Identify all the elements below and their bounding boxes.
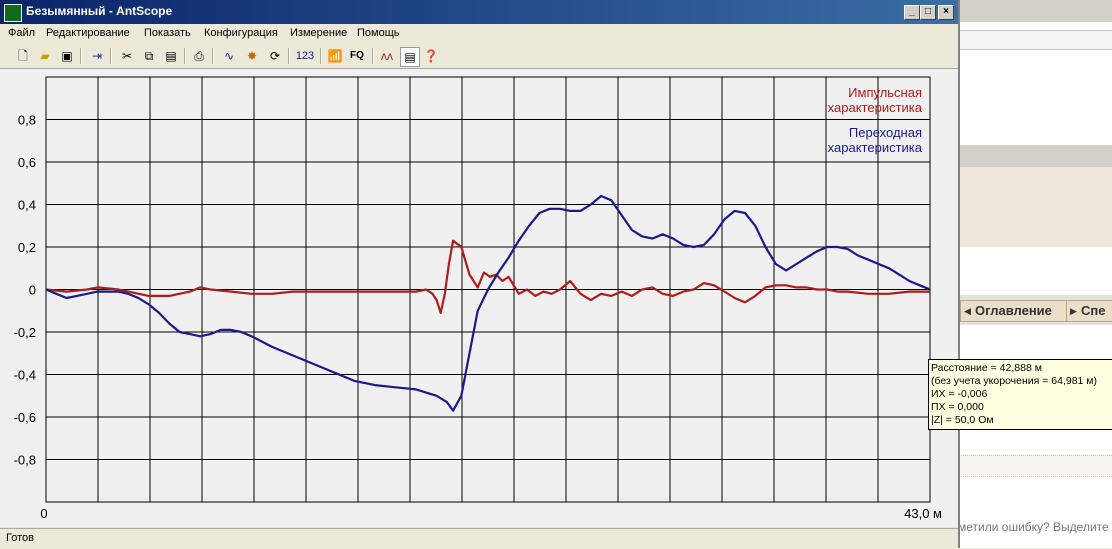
background-hint-text: метили ошибку? Выделите: [958, 520, 1109, 534]
y-tick-label: -0,2: [14, 325, 36, 340]
legend-impulse: характеристика: [828, 100, 923, 115]
maximize-button[interactable]: □: [920, 5, 936, 20]
x-tick-label: 43,0 м: [904, 506, 942, 521]
tooltip-distance: Расстояние = 42,888 м: [931, 362, 1042, 374]
background-panel: [958, 167, 1112, 247]
status-bar: Готов: [0, 528, 958, 549]
background-field: [958, 455, 1112, 477]
status-text: Готов: [6, 532, 34, 544]
background-toolbar: [958, 0, 1112, 22]
open-folder-icon[interactable]: ▰: [36, 47, 54, 65]
legend-step: Переходная: [849, 125, 922, 140]
menu-help[interactable]: Помощь: [357, 27, 400, 39]
y-tick-label: 0,8: [18, 113, 36, 128]
menu-measure[interactable]: Измерение: [290, 27, 347, 39]
y-tick-label: 0,4: [18, 198, 36, 213]
minimize-button[interactable]: _: [904, 5, 920, 20]
y-tick-label: 0,6: [18, 155, 36, 170]
menu-edit[interactable]: Редактирование: [46, 27, 130, 39]
toolbar-separator: [320, 48, 322, 64]
export-icon[interactable]: ⇥: [88, 47, 106, 65]
paste-icon[interactable]: ▤: [162, 47, 180, 65]
print-icon[interactable]: ⎙: [190, 47, 208, 65]
save-icon[interactable]: ▣: [58, 47, 76, 65]
background-tab-toc[interactable]: ◀ Оглавление: [960, 300, 1072, 322]
tooltip-step: ПХ = 0,000: [931, 401, 984, 413]
tooltip-impulse: ИХ = -0,006: [931, 388, 988, 400]
new-file-icon[interactable]: 🗋: [14, 47, 32, 65]
measurement-tooltip: Расстояние = 42,888 м (без учета укороче…: [928, 359, 1112, 430]
background-panel-header: [958, 145, 1112, 167]
y-tick-label: -0,6: [14, 410, 36, 425]
antenna-icon[interactable]: 📶: [326, 47, 344, 65]
toolbar-separator: [184, 48, 186, 64]
waveform-icon[interactable]: ʌʌ: [378, 47, 396, 65]
window-title: Безымянный - AntScope: [26, 4, 173, 18]
close-button[interactable]: ×: [938, 5, 954, 20]
toolbar: 🗋 ▰ ▣ ⇥ ✂ ⧉ ▤ ⎙ ∿ ✸ ⟳ 123 📶 FQ ʌʌ ▤ ❓: [0, 44, 958, 69]
chart-icon[interactable]: ∿: [220, 47, 238, 65]
tdr-chart[interactable]: 0,8 0,6 0,4 0,2 0 -0,2 -0,4 -0,6 -0,8 0 43,0 м Импу…: [0, 69, 958, 527]
numbers-icon[interactable]: 123: [294, 47, 316, 65]
plot-area[interactable]: 0,8 0,6 0,4 0,2 0 -0,2 -0,4 -0,6 -0,8 0 43,0 м Импу…: [0, 69, 958, 527]
menu-bar: Файл Редактирование Показать Конфигураци…: [0, 24, 958, 44]
table-icon[interactable]: ▤: [400, 47, 420, 67]
fq-icon[interactable]: FQ: [346, 47, 368, 65]
refresh-icon[interactable]: ⟳: [266, 47, 284, 65]
y-tick-label: -0,4: [14, 368, 36, 383]
y-tick-label: -0,8: [14, 453, 36, 468]
tooltip-impedance: |Z| = 50,0 Ом: [931, 414, 994, 426]
background-address-bar: [958, 30, 1112, 50]
tooltip-distance-raw: (без учета укорочения = 64,981 м): [931, 375, 1098, 387]
toolbar-separator: [288, 48, 290, 64]
menu-config[interactable]: Конфигурация: [204, 27, 278, 39]
title-bar: Безымянный - AntScope _ □ ×: [0, 0, 958, 24]
copy-icon[interactable]: ⧉: [140, 47, 158, 65]
help-icon[interactable]: ❓: [422, 47, 440, 65]
star-icon[interactable]: ✸: [243, 47, 261, 65]
toolbar-separator: [212, 48, 214, 64]
antscope-window: Безымянный - AntScope _ □ × Файл Редакти…: [0, 0, 960, 549]
y-tick-label: 0,2: [18, 240, 36, 255]
legend-step: характеристика: [828, 140, 923, 155]
cut-icon[interactable]: ✂: [118, 47, 136, 65]
app-icon: [4, 4, 22, 22]
toolbar-separator: [80, 48, 82, 64]
background-app: ◀ Оглавление ▶ Спе метили ошибку? Выделите: [958, 0, 1112, 548]
menu-file[interactable]: Файл: [8, 27, 35, 39]
background-tab-spec[interactable]: ▶ Спе: [1066, 300, 1112, 322]
toolbar-separator: [372, 48, 374, 64]
y-tick-label: 0: [29, 283, 36, 298]
toolbar-separator: [110, 48, 112, 64]
legend-impulse: Импульсная: [848, 85, 922, 100]
menu-view[interactable]: Показать: [144, 27, 191, 39]
x-tick-label: 0: [40, 506, 47, 521]
